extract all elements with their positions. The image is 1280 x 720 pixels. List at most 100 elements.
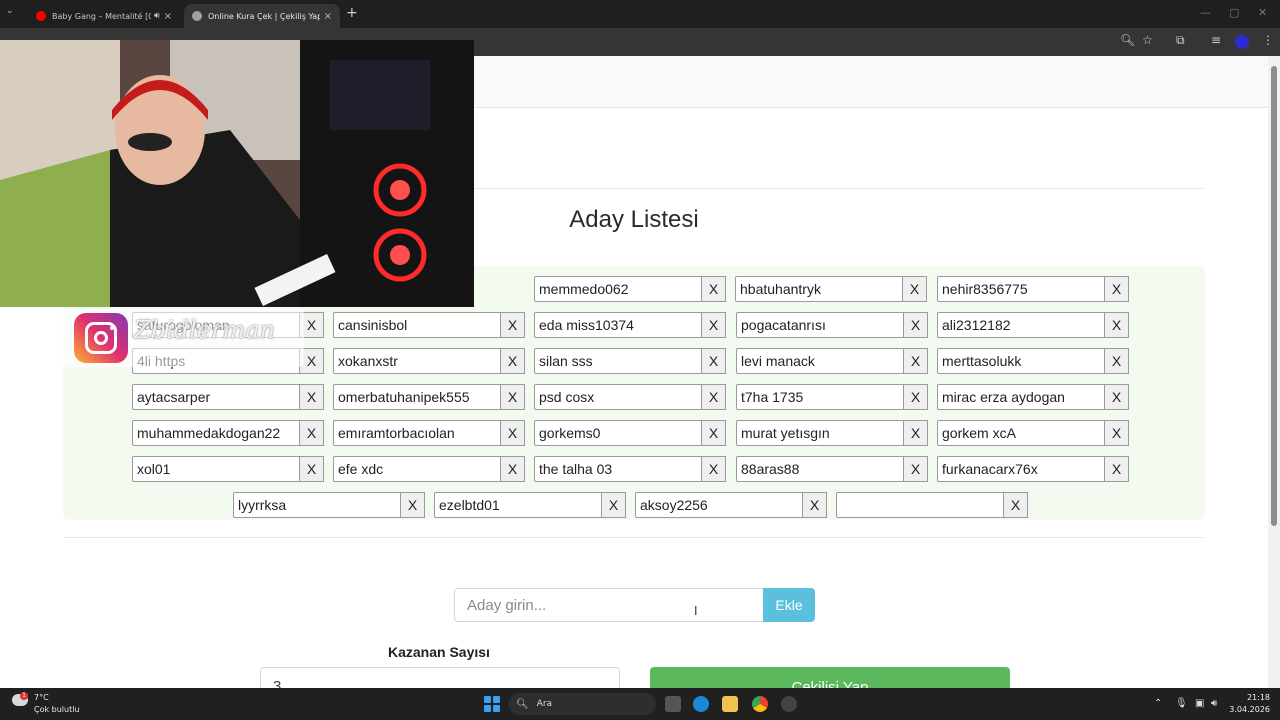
winner-count-input[interactable] — [260, 667, 620, 688]
add-candidate-button[interactable]: Ekle — [763, 588, 815, 622]
candidate-name-field[interactable] — [937, 348, 1105, 374]
close-tab-icon[interactable]: × — [324, 11, 332, 22]
remove-candidate-button[interactable]: X — [702, 276, 726, 302]
media-icon[interactable]: ≡ — [1211, 33, 1221, 47]
remove-candidate-button[interactable]: X — [702, 348, 726, 374]
candidate-name-field[interactable] — [233, 492, 401, 518]
candidate-name-field[interactable] — [434, 492, 602, 518]
speaker-icon[interactable]: 🔊︎ — [154, 11, 160, 21]
taskbar-search[interactable]: 🔍︎ Ara — [508, 693, 656, 715]
remove-candidate-button[interactable]: X — [803, 492, 827, 518]
candidate-name-field[interactable] — [333, 420, 501, 446]
candidate-name-field[interactable] — [534, 420, 702, 446]
chrome-icon[interactable] — [752, 696, 768, 712]
candidate-item: X — [635, 492, 827, 518]
candidate-name-field[interactable] — [937, 276, 1105, 302]
candidate-name-field[interactable] — [333, 456, 501, 482]
windows-start-icon[interactable] — [484, 696, 500, 712]
candidate-name-field[interactable] — [132, 456, 300, 482]
tray-chevron-icon[interactable]: ⌃ — [1154, 698, 1162, 709]
candidate-name-field[interactable] — [736, 420, 904, 446]
candidate-name-field[interactable] — [333, 384, 501, 410]
remove-candidate-button[interactable]: X — [1105, 420, 1129, 446]
candidate-name-field[interactable] — [735, 276, 903, 302]
weather-badge: 1 — [20, 692, 28, 700]
weather-temperature[interactable]: 7°C — [34, 693, 49, 702]
file-explorer-icon[interactable] — [722, 696, 738, 712]
bookmark-star-icon[interactable]: ☆ — [1142, 33, 1153, 47]
candidate-name-field[interactable] — [534, 348, 702, 374]
remove-candidate-button[interactable]: X — [1105, 384, 1129, 410]
candidate-name-field[interactable] — [937, 456, 1105, 482]
remove-candidate-button[interactable]: X — [501, 456, 525, 482]
edge-icon[interactable] — [693, 696, 709, 712]
candidate-name-field[interactable] — [736, 456, 904, 482]
candidate-name-field[interactable] — [534, 456, 702, 482]
candidate-name-field[interactable] — [635, 492, 803, 518]
remove-candidate-button[interactable]: X — [1105, 348, 1129, 374]
remove-candidate-button[interactable]: X — [904, 312, 928, 338]
candidate-name-field[interactable] — [333, 348, 501, 374]
remove-candidate-button[interactable]: X — [300, 456, 324, 482]
remove-candidate-button[interactable]: X — [702, 420, 726, 446]
candidate-name-field[interactable] — [132, 420, 300, 446]
candidate-input[interactable] — [454, 588, 764, 622]
candidate-item: X — [233, 492, 425, 518]
scrollbar-thumb[interactable] — [1271, 66, 1277, 526]
remove-candidate-button[interactable]: X — [904, 456, 928, 482]
tab-online-kura[interactable]: Online Kura Çek | Çekiliş Yap × — [184, 4, 340, 28]
remove-candidate-button[interactable]: X — [702, 384, 726, 410]
candidate-name-field[interactable] — [132, 384, 300, 410]
remove-candidate-button[interactable]: X — [904, 384, 928, 410]
minimize-icon[interactable]: — — [1200, 6, 1211, 19]
remove-candidate-button[interactable]: X — [501, 348, 525, 374]
menu-dots-icon[interactable]: ⋮ — [1262, 33, 1274, 47]
remove-candidate-button[interactable]: X — [702, 456, 726, 482]
tab-list-icon[interactable]: ⌄ — [6, 6, 14, 16]
network-icon[interactable]: ▣ — [1195, 698, 1204, 709]
remove-candidate-button[interactable]: X — [501, 312, 525, 338]
remove-candidate-button[interactable]: X — [501, 420, 525, 446]
maximize-icon[interactable]: ▢ — [1229, 6, 1239, 19]
extensions-icon[interactable]: ⧉ — [1176, 33, 1185, 48]
remove-candidate-button[interactable]: X — [300, 420, 324, 446]
candidate-name-field[interactable] — [937, 312, 1105, 338]
close-tab-icon[interactable]: × — [164, 11, 172, 22]
candidate-item: X — [736, 456, 928, 482]
remove-candidate-button[interactable]: X — [904, 420, 928, 446]
remove-candidate-button[interactable]: X — [903, 276, 927, 302]
remove-candidate-button[interactable]: X — [702, 312, 726, 338]
tab-music-video[interactable]: Baby Gang – Mentalité [Offi… 🔊︎ × — [28, 4, 180, 28]
candidate-name-field[interactable] — [534, 312, 702, 338]
candidate-name-field[interactable] — [736, 312, 904, 338]
candidate-name-field[interactable] — [534, 384, 702, 410]
app-icon[interactable] — [781, 696, 797, 712]
new-tab-button[interactable]: + — [346, 5, 358, 21]
candidate-name-field[interactable] — [534, 276, 702, 302]
remove-candidate-button[interactable]: X — [1105, 276, 1129, 302]
draw-button[interactable]: Çekilişi Yap — [650, 667, 1010, 688]
task-view-icon[interactable] — [665, 696, 681, 712]
remove-candidate-button[interactable]: X — [300, 384, 324, 410]
remove-candidate-button[interactable]: X — [904, 348, 928, 374]
candidate-name-field[interactable] — [736, 384, 904, 410]
candidate-name-field[interactable] — [937, 420, 1105, 446]
remove-candidate-button[interactable]: X — [1004, 492, 1028, 518]
remove-candidate-button[interactable]: X — [1105, 456, 1129, 482]
candidate-name-field[interactable] — [333, 312, 501, 338]
remove-candidate-button[interactable]: X — [501, 384, 525, 410]
volume-icon[interactable]: 🔊︎ — [1211, 698, 1217, 709]
candidate-name-field[interactable] — [937, 384, 1105, 410]
zoom-icon[interactable]: 🔍︎ — [1120, 33, 1135, 47]
clock-date[interactable]: 3.04.2026 — [1226, 705, 1270, 714]
microphone-icon[interactable]: 🎙︎ — [1175, 698, 1188, 709]
profile-avatar[interactable] — [1235, 35, 1249, 49]
clock-time[interactable]: 21:18 — [1238, 693, 1270, 702]
weather-description[interactable]: Çok bulutlu — [34, 705, 80, 714]
remove-candidate-button[interactable]: X — [602, 492, 626, 518]
remove-candidate-button[interactable]: X — [1105, 312, 1129, 338]
candidate-name-field[interactable] — [736, 348, 904, 374]
close-window-icon[interactable]: ✕ — [1258, 6, 1267, 19]
candidate-name-field[interactable] — [836, 492, 1004, 518]
remove-candidate-button[interactable]: X — [401, 492, 425, 518]
